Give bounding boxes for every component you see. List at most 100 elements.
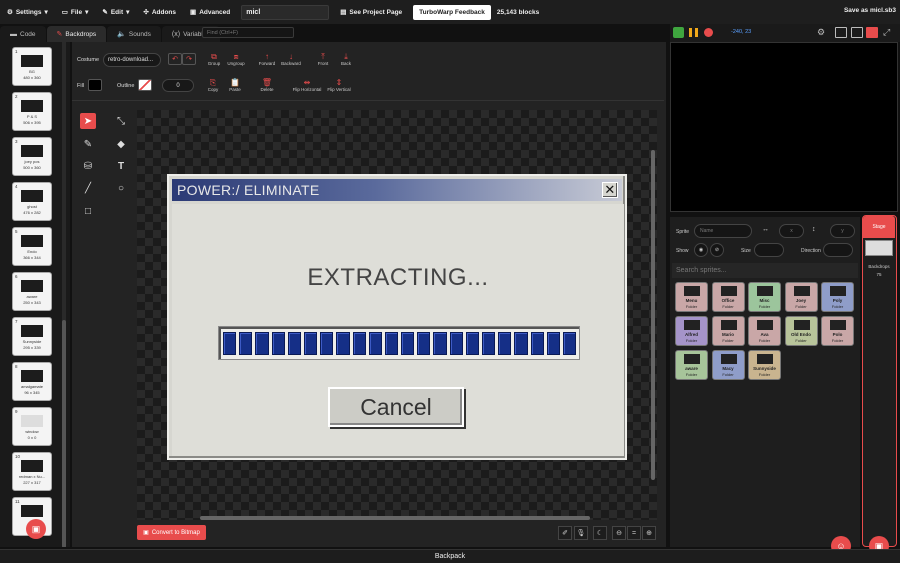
save-as-button[interactable]: Save as micl.sb3 xyxy=(844,7,896,14)
project-title-input[interactable]: micl xyxy=(241,4,330,20)
puzzle-icon: ✣ xyxy=(143,9,149,16)
sprite-tile[interactable]: Mario Folder xyxy=(711,316,745,346)
backdrop-item[interactable]: 3 joey pos 500 x 360 xyxy=(12,137,52,176)
sprite-x-input[interactable]: x xyxy=(779,224,804,238)
tab-code[interactable]: ▬ Code xyxy=(0,26,46,42)
fill-tool[interactable]: ⛁ xyxy=(80,158,96,174)
circle-tool[interactable]: ○ xyxy=(113,180,129,196)
dialog-title: POWER:/ ELIMINATE xyxy=(177,182,320,198)
line-tool[interactable]: ╱ xyxy=(80,180,96,196)
eraser-tool[interactable]: ◆ xyxy=(113,136,129,152)
backdrop-item[interactable]: 5 Endo 366 x 344 xyxy=(12,227,52,266)
sprite-tile[interactable]: Poly Folder xyxy=(821,282,854,312)
file-menu[interactable]: ▭ File ▾ xyxy=(55,0,96,24)
backward-button[interactable]: ↓ Backward xyxy=(276,52,306,66)
rectangle-tool[interactable]: □ xyxy=(80,203,96,219)
scrollbar-thumb[interactable] xyxy=(62,320,66,547)
sprite-tile[interactable]: Alfred Folder xyxy=(675,316,708,346)
fullscreen-icon[interactable]: ⤢ xyxy=(883,27,895,38)
sprite-tile[interactable]: aware Folder xyxy=(675,350,708,380)
backdrop-item[interactable]: 7 Sunnyside 295 x 339 xyxy=(12,317,52,356)
outline-color-swatch[interactable] xyxy=(138,79,152,91)
small-stage-icon[interactable] xyxy=(835,27,847,38)
toolbar-divider xyxy=(72,100,664,101)
undo-button[interactable]: ↶ xyxy=(168,53,182,65)
sprite-search-input[interactable]: Search sprites... xyxy=(672,263,858,278)
flip-horizontal-button[interactable]: ⇹ Flip Horizontal xyxy=(288,78,326,92)
sprite-folder-label: Folder xyxy=(722,338,734,343)
sprite-tile[interactable]: Sunnyside Folder xyxy=(748,350,781,380)
show-visible-button[interactable]: ◉ xyxy=(694,243,708,257)
eyedropper-button[interactable]: ✐ xyxy=(558,526,572,540)
zoom-reset-button[interactable]: = xyxy=(627,526,641,540)
sprite-tile[interactable]: Misc Folder xyxy=(748,282,781,312)
stage-canvas[interactable] xyxy=(670,42,898,212)
sprite-thumbnail xyxy=(757,320,773,330)
pause-icon[interactable] xyxy=(689,28,698,37)
tab-sounds[interactable]: 🔈 Sounds xyxy=(107,26,161,42)
stage-selector[interactable]: Stage Backdrops 75 xyxy=(862,215,897,547)
sprite-tile[interactable]: Office Folder xyxy=(711,282,745,312)
brush-tool[interactable]: ✎ xyxy=(80,136,96,152)
feedback-button[interactable]: TurboWarp Feedback xyxy=(413,4,491,20)
text-tool[interactable]: T xyxy=(113,158,129,174)
ungroup-button[interactable]: ⧈ Ungroup xyxy=(221,52,251,66)
backdrop-item[interactable]: 4 ghost 476 x 282 xyxy=(12,182,52,221)
show-hidden-button[interactable]: ⊘ xyxy=(710,243,724,257)
sprite-tile[interactable]: Old Endo Folder xyxy=(784,316,818,346)
normal-stage-icon[interactable] xyxy=(851,27,863,38)
gear-icon: ⚙ xyxy=(7,9,13,16)
settings-menu[interactable]: ⚙ Settings ▾ xyxy=(0,0,55,24)
canvas-horizontal-scrollbar[interactable] xyxy=(200,516,590,520)
tab-backdrops[interactable]: ✎ Backdrops xyxy=(46,26,107,42)
cancel-button[interactable]: Cancel xyxy=(328,387,464,427)
direction-input[interactable] xyxy=(823,243,853,257)
redo-button[interactable]: ↷ xyxy=(182,53,196,65)
backdrop-item[interactable]: 8 amalgamate 96 x 345 xyxy=(12,362,52,401)
backpack-bar[interactable]: Backpack xyxy=(0,549,900,563)
edit-menu[interactable]: ✎ Edit ▾ xyxy=(95,0,136,24)
convert-to-bitmap-button[interactable]: ▣ Convert to Bitmap xyxy=(137,525,206,540)
dark-mode-button[interactable]: ☾ xyxy=(593,526,607,540)
sprite-tile[interactable]: Joey Folder xyxy=(784,282,818,312)
delete-button[interactable]: 🗑 Delete xyxy=(252,78,282,92)
addon-icon[interactable]: ⚙ xyxy=(817,27,829,38)
mic-icon: 🎙 xyxy=(576,530,586,537)
close-icon[interactable]: ✕ xyxy=(602,182,618,198)
outline-width-input[interactable]: 0 xyxy=(162,79,194,92)
backdrop-item[interactable]: 1 BG 480 x 360 xyxy=(12,47,52,86)
paste-button[interactable]: 📋 Paste xyxy=(220,78,250,92)
zoom-out-button[interactable]: ⊖ xyxy=(612,526,626,540)
stop-icon[interactable] xyxy=(704,28,713,37)
progress-segment xyxy=(271,332,285,355)
sprite-tile[interactable]: Menu Folder xyxy=(675,282,708,312)
add-backdrop-button[interactable]: ▣ xyxy=(26,519,46,539)
addons-menu[interactable]: ✣ Addons xyxy=(136,0,183,24)
backdrop-item[interactable]: 10 redman x Nu... 227 x 317 xyxy=(12,452,52,491)
sprite-tile[interactable]: Macy Folder xyxy=(711,350,745,380)
sprite-folder-label: Folder xyxy=(685,372,698,377)
back-button[interactable]: ⤓ Back xyxy=(331,52,361,66)
zoom-in-button[interactable]: ⊕ xyxy=(642,526,656,540)
reshape-tool[interactable]: ⤡ xyxy=(113,113,129,129)
fill-color-swatch[interactable] xyxy=(88,79,102,91)
find-input[interactable]: Find (Ctrl+F) xyxy=(202,27,294,38)
sprite-tile[interactable]: Polo Folder xyxy=(821,316,854,346)
large-stage-icon[interactable] xyxy=(866,27,878,38)
flip-vertical-button[interactable]: ⇕ Flip Vertical xyxy=(322,78,356,92)
size-input[interactable] xyxy=(754,243,784,257)
sprite-name-input[interactable]: Name xyxy=(694,224,752,238)
backdrop-item[interactable]: 9 window 0 x 0 xyxy=(12,407,52,446)
sprite-tile[interactable]: Ava Folder xyxy=(748,316,781,346)
mic-button[interactable]: 🎙 xyxy=(574,526,588,540)
select-tool[interactable]: ➤ xyxy=(80,113,96,129)
project-page-icon: ▤ xyxy=(340,9,347,16)
advanced-menu[interactable]: ▣ Advanced xyxy=(183,0,237,24)
costume-name-input[interactable]: retro-download... xyxy=(103,53,161,67)
see-project-page-button[interactable]: ▤ See Project Page xyxy=(333,0,409,24)
backdrop-item[interactable]: 2P & S 506 x 395 xyxy=(12,92,52,131)
green-flag-icon[interactable] xyxy=(673,27,684,38)
canvas-vertical-scrollbar[interactable] xyxy=(651,150,655,480)
backdrop-item[interactable]: 6 aware 250 x 343 xyxy=(12,272,52,311)
sprite-y-input[interactable]: y xyxy=(830,224,855,238)
